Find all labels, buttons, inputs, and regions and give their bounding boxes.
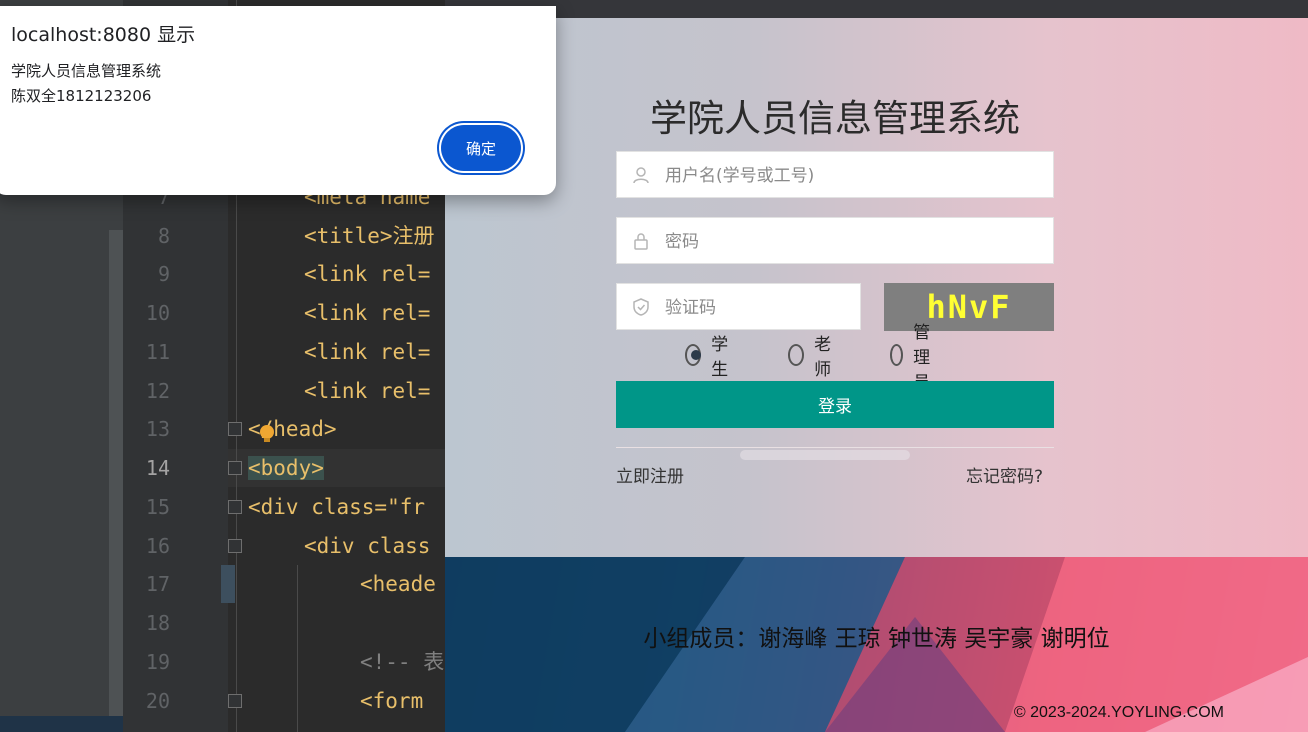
code-line[interactable]: <div class: [304, 527, 430, 565]
code-line[interactable]: <!-- 表: [360, 643, 444, 681]
code-line[interactable]: <link rel=: [304, 294, 430, 332]
shield-check-icon: [633, 298, 649, 316]
code-text: <body>: [248, 456, 324, 480]
line-number: 18: [145, 611, 170, 635]
password-input[interactable]: [663, 218, 1047, 265]
code-text: <heade: [360, 572, 436, 596]
dialog-message-line2: 陈双全1812123206: [11, 87, 152, 105]
divider-shadow: [740, 450, 910, 460]
code-text: <div class: [304, 534, 431, 558]
captcha-field[interactable]: [616, 283, 861, 331]
captcha-input[interactable]: [663, 284, 854, 331]
divider: [616, 447, 1054, 448]
lock-icon: [634, 233, 648, 250]
copyright: © 2023-2024.YOYLING.COM: [1013, 704, 1224, 721]
line-number: 14: [145, 456, 170, 480]
line-number: 15: [145, 495, 170, 519]
team-members: 小组成员：谢海峰 王琼 钟世涛 吴宇豪 谢明位: [643, 626, 1110, 652]
dialog-message-line1: 学院人员信息管理系统: [11, 62, 162, 80]
code-line[interactable]: <link rel=: [304, 333, 430, 371]
ide-scrollbar[interactable]: [109, 230, 123, 732]
line-number: 8: [157, 224, 170, 248]
line-number: 19: [145, 650, 170, 674]
code-text: <link rel=: [304, 379, 431, 403]
user-icon: [633, 167, 649, 184]
line-number: 16: [145, 534, 170, 558]
fold-icon[interactable]: [228, 694, 242, 708]
code-text: <div class="fr: [248, 495, 426, 519]
page-title: 学院人员信息管理系统: [650, 97, 1020, 140]
fold-icon[interactable]: [228, 461, 242, 475]
line-number: 12: [145, 379, 170, 403]
role-radio-admin[interactable]: 管理员: [890, 323, 939, 393]
code-line[interactable]: <form: [360, 682, 423, 720]
alert-dialog: localhost:8080 显示 学院人员信息管理系统 陈双全18121232…: [0, 6, 556, 195]
line-number: 10: [145, 301, 170, 325]
code-text: <!-- 表: [360, 650, 445, 674]
change-marker: [221, 565, 235, 603]
radio-circle: [788, 344, 805, 366]
login-page: 学院人员信息管理系统 hNvF: [445, 18, 1308, 732]
code-text: <link rel=: [304, 340, 431, 364]
fold-icon[interactable]: [228, 539, 242, 553]
register-link[interactable]: 立即注册: [616, 462, 684, 487]
browser-toolbar-strip: [445, 0, 1308, 18]
radio-circle: [890, 344, 904, 366]
code-text: <link rel=: [304, 262, 431, 286]
password-field[interactable]: [616, 217, 1054, 265]
ide-status-strip: [0, 716, 123, 732]
role-radio-teacher[interactable]: 老师: [788, 335, 837, 380]
line-number: 17: [145, 572, 170, 596]
role-radio-student[interactable]: 学生: [685, 335, 734, 380]
code-text: <link rel=: [304, 301, 431, 325]
role-label: 老师: [814, 335, 832, 380]
indent-guide: [297, 565, 298, 732]
code-text: <form: [360, 689, 424, 713]
username-input[interactable]: [663, 152, 1047, 199]
code-line[interactable]: <div class="fr: [248, 488, 425, 526]
code-line[interactable]: <link rel=: [304, 255, 430, 293]
line-number: 9: [157, 262, 170, 286]
code-line[interactable]: <heade: [360, 565, 436, 603]
radio-circle: [685, 344, 702, 366]
code-line[interactable]: <body>: [248, 449, 324, 487]
line-number: 20: [145, 689, 170, 713]
dialog-ok-button[interactable]: 确定: [441, 125, 521, 171]
fold-icon[interactable]: [228, 500, 242, 514]
fold-icon[interactable]: [228, 422, 242, 436]
login-button[interactable]: 登录: [616, 381, 1054, 428]
login-hero: 学院人员信息管理系统 hNvF: [445, 18, 1308, 557]
code-text: <title>注册: [304, 224, 435, 248]
code-line[interactable]: <link rel=: [304, 372, 430, 410]
code-line[interactable]: <title>注册: [304, 217, 435, 255]
captcha-image[interactable]: hNvF: [884, 283, 1054, 331]
forgot-password-link[interactable]: 忘记密码?: [966, 462, 1043, 487]
line-number: 13: [145, 417, 170, 441]
role-label: 学生: [711, 335, 729, 380]
lightbulb-icon[interactable]: [258, 424, 276, 444]
dialog-title: localhost:8080 显示: [11, 24, 196, 46]
username-field[interactable]: [616, 151, 1054, 199]
line-number: 11: [145, 340, 170, 364]
